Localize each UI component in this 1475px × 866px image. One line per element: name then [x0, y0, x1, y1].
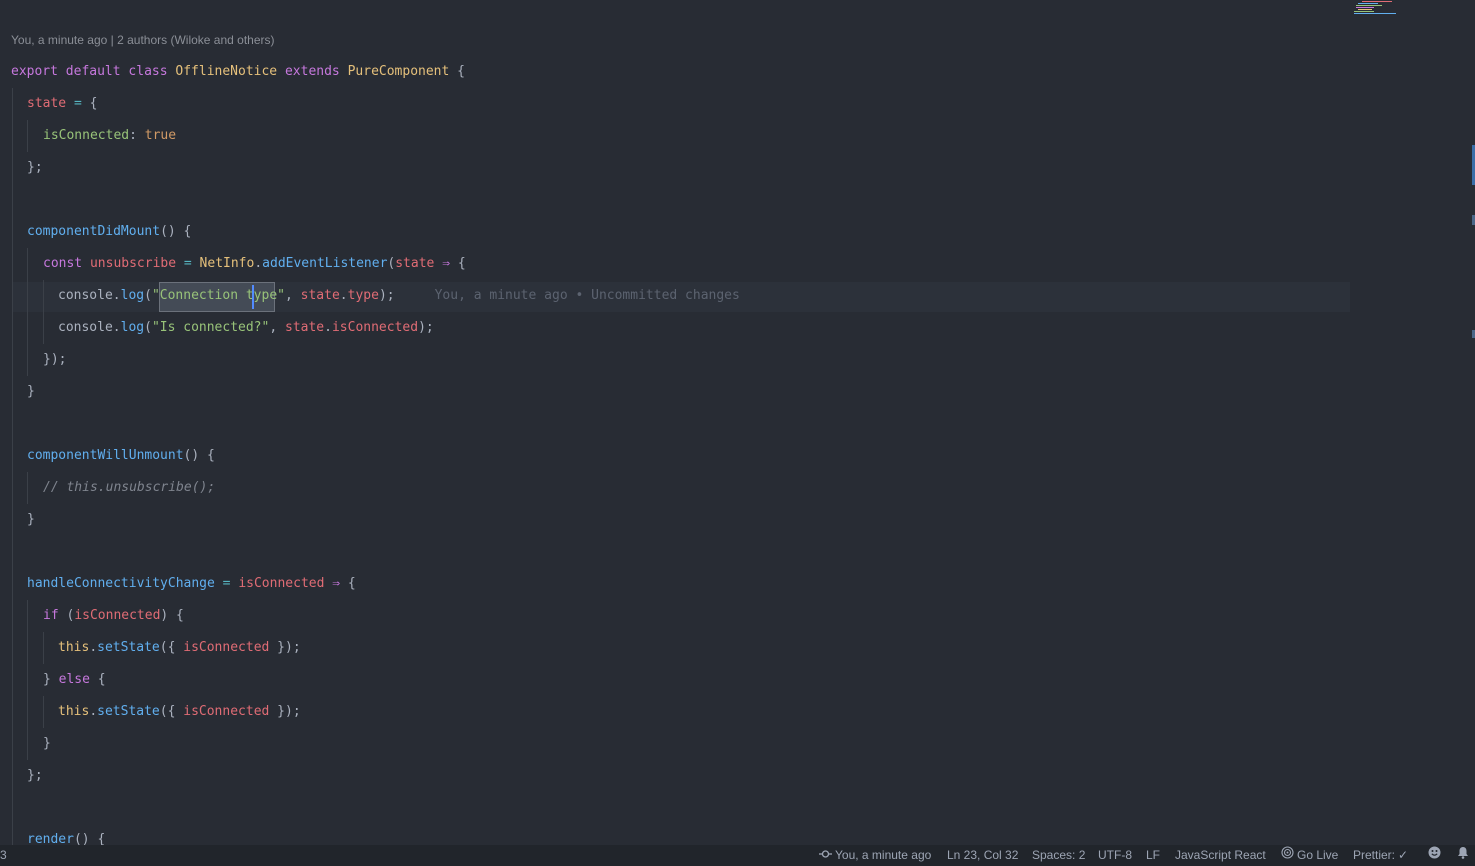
go-live-label: Go Live: [1297, 848, 1339, 862]
notifications-button[interactable]: [1457, 845, 1469, 866]
text-cursor: [252, 285, 254, 309]
vertical-scrollbar[interactable]: [1461, 0, 1475, 845]
go-live-button[interactable]: Go Live: [1281, 845, 1338, 866]
prettier-label: Prettier:: [1353, 848, 1396, 862]
file-encoding[interactable]: UTF-8: [1098, 845, 1132, 866]
check-icon: ✓: [1398, 848, 1409, 862]
code-line[interactable]: isConnected: true: [0, 120, 176, 152]
code-line[interactable]: }: [0, 376, 35, 408]
inline-blame: You, a minute ago • Uncommitted changes: [434, 288, 740, 303]
git-codelens[interactable]: You, a minute ago | 2 authors (Wiloke an…: [11, 32, 275, 48]
code-line[interactable]: // this.unsubscribe();: [0, 472, 215, 504]
code-line[interactable]: state = {: [0, 88, 97, 120]
broadcast-icon: [1281, 845, 1294, 866]
code-line[interactable]: export default class OfflineNotice exten…: [0, 56, 465, 88]
git-blame-label: You, a minute ago: [835, 848, 932, 862]
git-commit-icon: [819, 845, 832, 866]
cursor-position[interactable]: Ln 23, Col 32: [947, 845, 1018, 866]
status-bar: 3 You, a minute ago Ln 23, Col 32 Spaces…: [0, 845, 1475, 866]
code-line[interactable]: }: [0, 728, 51, 760]
code-line[interactable]: };: [0, 760, 43, 792]
code-line[interactable]: render() {: [0, 824, 105, 845]
code-line[interactable]: componentWillUnmount() {: [0, 440, 215, 472]
feedback-button[interactable]: [1428, 845, 1441, 866]
code-line[interactable]: console.log("Is connected?", state.isCon…: [0, 312, 434, 344]
code-line[interactable]: });: [0, 344, 66, 376]
status-left-number: 3: [0, 848, 7, 862]
prettier-status[interactable]: Prettier: ✓: [1353, 845, 1408, 866]
language-mode[interactable]: JavaScript React: [1175, 845, 1266, 866]
minimap[interactable]: [1350, 0, 1410, 18]
code-line[interactable]: handleConnectivityChange = isConnected ⇒…: [0, 568, 356, 600]
smiley-icon: [1428, 845, 1441, 866]
code-line[interactable]: };: [0, 152, 43, 184]
code-line[interactable]: componentDidMount() {: [0, 216, 191, 248]
git-blame-status[interactable]: You, a minute ago: [819, 845, 931, 866]
code-line[interactable]: } else {: [0, 664, 106, 696]
end-of-line[interactable]: LF: [1146, 845, 1160, 866]
bell-icon: [1457, 845, 1469, 866]
code-line[interactable]: this.setState({ isConnected });: [0, 632, 301, 664]
code-line[interactable]: if (isConnected) {: [0, 600, 184, 632]
code-line[interactable]: }: [0, 504, 35, 536]
code-line[interactable]: const unsubscribe = NetInfo.addEventList…: [0, 248, 466, 280]
code-line[interactable]: this.setState({ isConnected });: [0, 696, 301, 728]
code-editor[interactable]: You, a minute ago | 2 authors (Wiloke an…: [0, 0, 1475, 845]
code-line-current[interactable]: console.log("Connection type", state.typ…: [0, 280, 740, 312]
indentation-spaces[interactable]: Spaces: 2: [1032, 845, 1085, 866]
